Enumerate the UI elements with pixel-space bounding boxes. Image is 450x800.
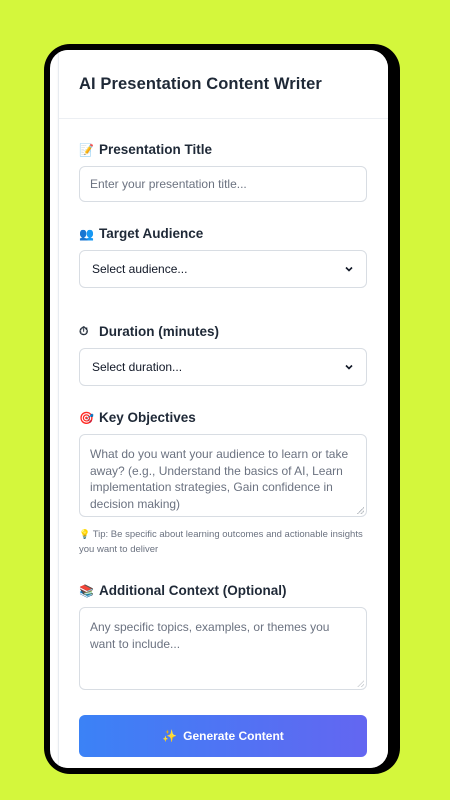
- target-icon: 🎯: [79, 410, 94, 425]
- presentation-title-input[interactable]: Enter your presentation title...: [79, 166, 367, 202]
- presentation-title-group: 📝 Presentation Title Enter your presenta…: [79, 142, 367, 202]
- additional-context-label-text: Additional Context (Optional): [99, 583, 287, 598]
- additional-context-group: 📚 Additional Context (Optional) Any spec…: [79, 583, 367, 690]
- chevron-down-icon: [344, 264, 354, 274]
- duration-select[interactable]: Select duration...: [79, 348, 367, 386]
- additional-context-placeholder: Any specific topics, examples, or themes…: [90, 620, 330, 651]
- card-header: AI Presentation Content Writer: [59, 50, 388, 119]
- screen: AI Presentation Content Writer 📝 Present…: [50, 50, 388, 768]
- books-icon: 📚: [79, 583, 94, 598]
- sparkles-icon: ✨: [162, 729, 178, 743]
- presentation-title-placeholder: Enter your presentation title...: [90, 177, 247, 191]
- duration-label: ⏱ Duration (minutes): [79, 324, 367, 339]
- stopwatch-icon: ⏱: [79, 324, 89, 338]
- generate-content-label: Generate Content: [183, 729, 284, 743]
- tip-text-content: Tip: Be specific about learning outcomes…: [79, 529, 363, 555]
- generate-content-button[interactable]: ✨ Generate Content: [79, 715, 367, 757]
- key-objectives-label-text: Key Objectives: [99, 410, 196, 425]
- people-icon: 👥: [79, 226, 94, 241]
- resize-handle[interactable]: [357, 680, 364, 687]
- target-audience-select[interactable]: Select audience...: [79, 250, 367, 288]
- key-objectives-label: 🎯 Key Objectives: [79, 410, 367, 425]
- presentation-title-label-text: Presentation Title: [99, 142, 213, 157]
- key-objectives-placeholder: What do you want your audience to learn …: [90, 447, 349, 511]
- presentation-title-label: 📝 Presentation Title: [79, 142, 367, 157]
- key-objectives-textarea[interactable]: What do you want your audience to learn …: [79, 434, 367, 517]
- form-card: AI Presentation Content Writer 📝 Present…: [58, 50, 388, 768]
- target-audience-label: 👥 Target Audience: [79, 226, 367, 241]
- page-title: AI Presentation Content Writer: [79, 74, 322, 93]
- memo-icon: 📝: [79, 142, 94, 157]
- duration-label-text: Duration (minutes): [99, 324, 219, 339]
- target-audience-group: 👥 Target Audience Select audience...: [79, 226, 367, 288]
- target-audience-value: Select audience...: [92, 262, 188, 276]
- target-audience-label-text: Target Audience: [99, 226, 204, 241]
- chevron-down-icon: [344, 362, 354, 372]
- tip-text: 💡 Tip: Be specific about learning outcom…: [79, 527, 367, 557]
- duration-group: ⏱ Duration (minutes) Select duration...: [79, 324, 367, 386]
- additional-context-label: 📚 Additional Context (Optional): [79, 583, 367, 598]
- resize-handle[interactable]: [357, 507, 364, 514]
- lightbulb-icon: 💡: [79, 529, 91, 539]
- additional-context-textarea[interactable]: Any specific topics, examples, or themes…: [79, 607, 367, 690]
- key-objectives-group: 🎯 Key Objectives What do you want your a…: [79, 410, 367, 557]
- duration-value: Select duration...: [92, 360, 183, 374]
